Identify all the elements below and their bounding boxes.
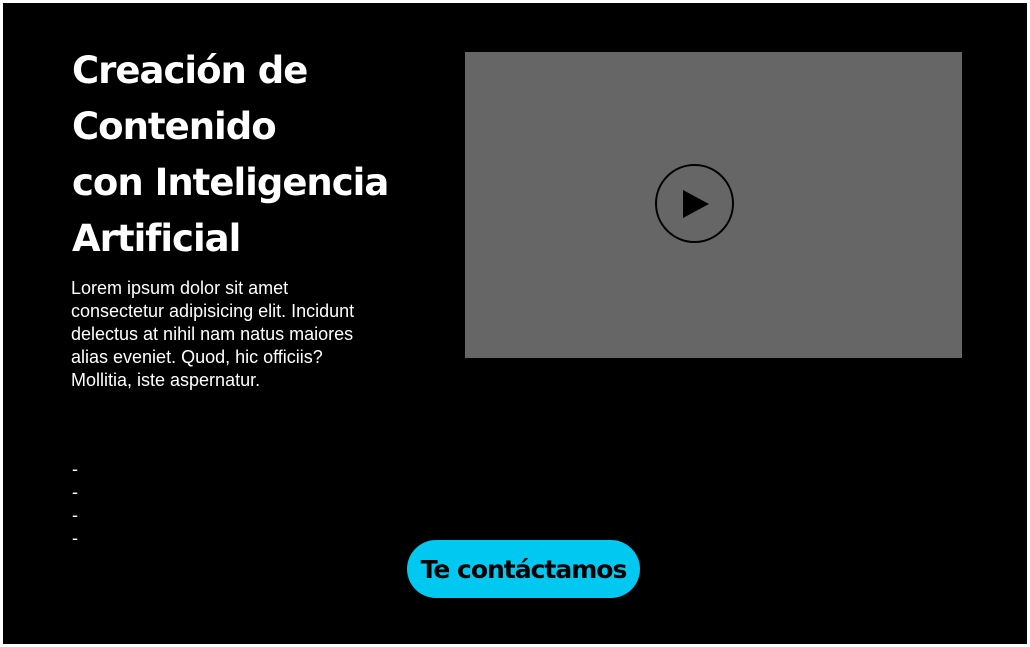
page-frame: Creación de Contenido con Inteligencia A… bbox=[3, 3, 1027, 644]
list-item: - bbox=[72, 459, 78, 479]
play-button[interactable] bbox=[655, 164, 734, 243]
feature-list: - - - - bbox=[72, 458, 78, 550]
play-icon bbox=[682, 189, 709, 218]
video-player[interactable] bbox=[465, 52, 962, 358]
hero-description: Lorem ipsum dolor sit amet consectetur a… bbox=[71, 278, 355, 390]
list-item: - bbox=[72, 505, 78, 525]
hero-title: Creación de Contenido con Inteligencia A… bbox=[72, 49, 389, 260]
contact-button[interactable]: Te contáctamos bbox=[407, 540, 640, 598]
list-item: - bbox=[72, 482, 78, 502]
list-item: - bbox=[72, 528, 78, 548]
